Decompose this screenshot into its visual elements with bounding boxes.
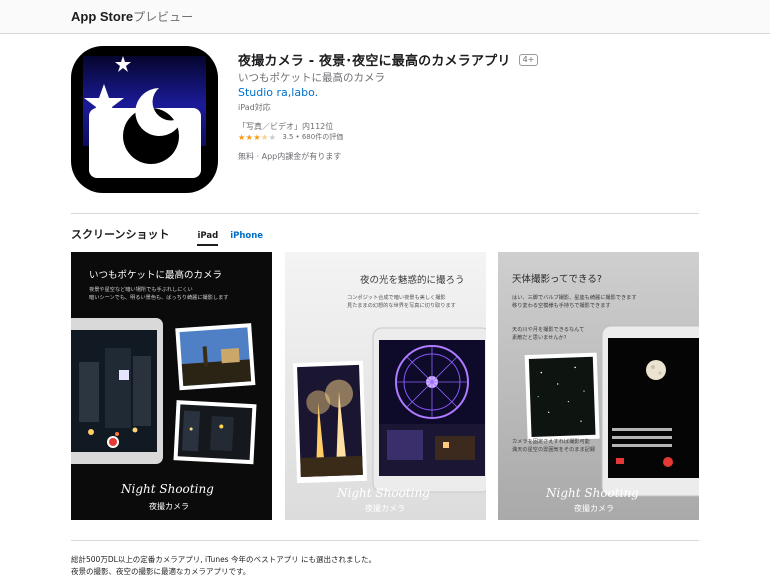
screenshot-3-heading: 天体撮影ってできる?: [512, 274, 602, 285]
compatibility-label: iPad対応: [238, 103, 271, 112]
price-label: 無料 · App内課金が有ります: [238, 152, 342, 161]
screenshots-title: スクリーンショット: [71, 228, 170, 241]
screenshot-1-heading: いつもポケットに最高のカメラ: [89, 270, 223, 281]
app-subtitle: いつもポケットに最高のカメラ: [238, 72, 385, 84]
screenshot-2-heading: 夜の光を魅惑的に撮ろう: [360, 275, 465, 286]
app-store-logo[interactable]: App Storeプレビュー: [71, 8, 193, 25]
section-divider-2: [71, 540, 699, 541]
rating-row: ★★★★★ 3.5 • 680件の評価: [238, 132, 343, 142]
tab-iphone[interactable]: iPhone: [230, 231, 263, 244]
app-title: 夜撮カメラ - 夜景･夜空に最高のカメラアプリ: [238, 54, 511, 69]
top-bar: App Storeプレビュー: [0, 0, 770, 34]
screenshot-1-body: 夜景や星空など暗い場所でも手ぶれしにくい 暗いシーンでも、明るい景色も、ばっちり…: [89, 287, 229, 301]
section-divider: [71, 213, 699, 214]
screenshots-header: スクリーンショット iPad iPhone: [71, 226, 263, 246]
screenshot-3[interactable]: 天体撮影ってできる? はい、三脚でバルブ撮影、星座も綺麗に撮影できます 移り変わ…: [498, 252, 699, 520]
description-line-2: 夜景の撮影、夜空の撮影に最適なカメラアプリです。: [71, 567, 251, 576]
app-title-row: 夜撮カメラ - 夜景･夜空に最高のカメラアプリ 4+: [238, 50, 539, 69]
screenshot-3-body-3: カメラを固定さえすれば撮影可能 満天の星空の雰囲気をそのまま記録: [512, 439, 596, 453]
screenshot-3-body-2: 天の川や月を撮影できるなんて 素敵だと思いませんか？: [512, 327, 585, 341]
screenshot-2-body: コンポジット合成で暗い夜景も美しく撮影 見たままの幻想的な世界を写真に切り取りま…: [347, 295, 456, 309]
screenshot-1[interactable]: いつもポケットに最高のカメラ 夜景や星空など暗い場所でも手ぶれしにくい 暗いシー…: [71, 252, 272, 520]
age-rating-badge: 4+: [518, 53, 539, 66]
screenshot-1-signature-sub: 夜撮カメラ: [149, 502, 189, 511]
screenshot-2-art: [292, 327, 486, 493]
screenshot-2[interactable]: 夜の光を魅惑的に撮ろう コンポジット合成で暗い夜景も美しく撮影 見たままの幻想的…: [285, 252, 486, 520]
app-icon: [71, 46, 218, 193]
screenshot-3-signature: Night Shooting: [546, 486, 639, 500]
screenshot-1-signature: Night Shooting: [121, 482, 214, 496]
screenshot-2-signature-sub: 夜撮カメラ: [365, 504, 405, 513]
screenshot-3-art: [524, 325, 699, 497]
developer-link[interactable]: Studio ra,labo.: [238, 86, 318, 99]
screenshot-2-signature: Night Shooting: [337, 486, 430, 500]
rating-value: 3.5: [282, 133, 294, 141]
rating-stars-icon: ★★★★★: [238, 132, 277, 142]
screenshot-3-signature-sub: 夜撮カメラ: [574, 504, 614, 513]
tab-ipad[interactable]: iPad: [197, 231, 219, 246]
app-description: 総計500万DL以上の定番カメラアプリ, iTunes 今年のベストアプリ にも…: [71, 554, 376, 577]
category-ranking[interactable]: 「写真／ビデオ」内112位: [238, 121, 333, 132]
screenshot-3-body: はい、三脚でバルブ撮影、星座も綺麗に撮影できます 移り変わる空模様も手持ちで撮影…: [512, 295, 637, 309]
rating-count: • 680件の評価: [295, 133, 344, 141]
brand-name: App Store: [71, 9, 134, 24]
description-line-1: 総計500万DL以上の定番カメラアプリ, iTunes 今年のベストアプリ にも…: [71, 555, 377, 564]
brand-suffix: プレビュー: [133, 10, 194, 24]
